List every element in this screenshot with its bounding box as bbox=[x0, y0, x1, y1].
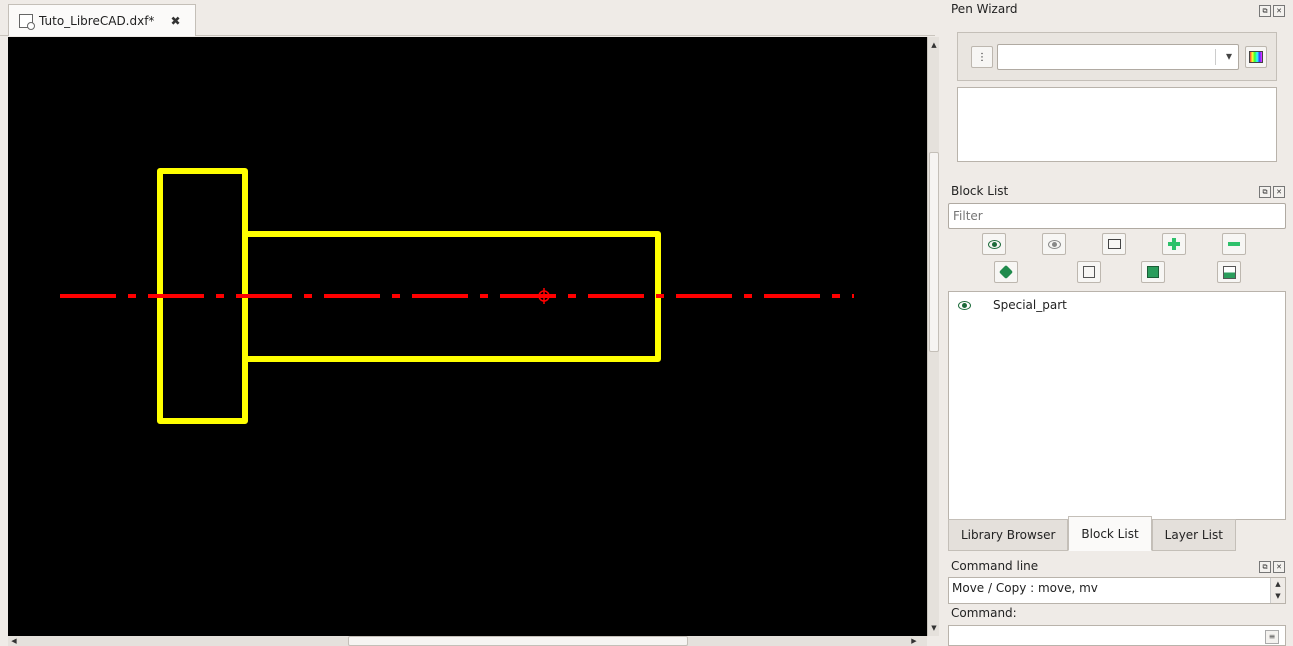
center-marker bbox=[536, 288, 552, 304]
pen-wizard-title: Pen Wizard bbox=[951, 2, 1018, 16]
list-item[interactable]: Special_part bbox=[949, 295, 1285, 315]
add-block-icon bbox=[1168, 238, 1180, 250]
tab-block-list[interactable]: Block List bbox=[1068, 516, 1152, 551]
combobox-divider bbox=[1215, 49, 1216, 65]
create-block-icon bbox=[1107, 239, 1121, 249]
color-picker-button[interactable] bbox=[1245, 46, 1267, 68]
document-icon bbox=[19, 13, 35, 30]
tab-label: Library Browser bbox=[961, 528, 1056, 542]
block-list-view[interactable]: Special_part bbox=[948, 291, 1286, 520]
save-block-button[interactable] bbox=[1141, 261, 1165, 283]
options-icon: ⋮ bbox=[977, 51, 987, 63]
save-block-icon bbox=[1147, 266, 1159, 278]
vertical-scrollbar[interactable]: ▲ ▼ bbox=[927, 37, 939, 636]
menu-icon[interactable]: ≡ bbox=[1265, 630, 1279, 644]
create-block-button[interactable] bbox=[1102, 233, 1126, 255]
add-block-button[interactable] bbox=[1162, 233, 1186, 255]
drawing-canvas[interactable] bbox=[8, 37, 927, 636]
save-as-block-button[interactable] bbox=[1217, 261, 1241, 283]
pen-wizard-list[interactable] bbox=[957, 87, 1277, 162]
hide-all-blocks-button[interactable] bbox=[1042, 233, 1066, 255]
edit-block-icon bbox=[998, 264, 1014, 280]
command-line-dock-buttons: ⧉ ✕ bbox=[1259, 561, 1285, 573]
block-list-title: Block List bbox=[951, 184, 1009, 198]
color-palette-icon bbox=[1249, 51, 1263, 63]
horizontal-scroll-thumb[interactable] bbox=[348, 636, 688, 646]
save-as-block-icon bbox=[1222, 265, 1236, 279]
remove-block-button[interactable] bbox=[1222, 233, 1246, 255]
float-dock-icon[interactable]: ⧉ bbox=[1259, 186, 1271, 198]
block-list-dock-buttons: ⧉ ✕ bbox=[1259, 186, 1285, 198]
document-tab-title: Tuto_LibreCAD.dxf* bbox=[39, 13, 155, 28]
close-tab-icon[interactable]: ✖ bbox=[170, 14, 180, 28]
document-tab[interactable]: Tuto_LibreCAD.dxf* ✖ bbox=[8, 4, 196, 36]
tab-label: Layer List bbox=[1164, 528, 1223, 542]
tab-library-browser[interactable]: Library Browser bbox=[948, 519, 1069, 551]
history-spin-icon[interactable]: ▲ ▼ bbox=[1270, 578, 1285, 603]
close-dock-icon[interactable]: ✕ bbox=[1273, 186, 1285, 198]
close-dock-icon[interactable]: ✕ bbox=[1273, 5, 1285, 17]
command-history-line: Move / Copy : move, mv bbox=[952, 581, 1098, 595]
drawing-svg bbox=[60, 168, 854, 424]
command-input[interactable]: ≡ bbox=[948, 625, 1286, 646]
chevron-down-icon: ▾ bbox=[1225, 49, 1232, 63]
pen-wizard-dock-buttons: ⧉ ✕ bbox=[1259, 5, 1285, 17]
pen-combobox[interactable]: ▾ bbox=[997, 44, 1239, 70]
block-filter-input[interactable] bbox=[948, 203, 1286, 229]
command-history[interactable]: Move / Copy : move, mv ▲ ▼ bbox=[948, 577, 1286, 604]
block-name: Special_part bbox=[993, 298, 1067, 312]
tab-layer-list[interactable]: Layer List bbox=[1151, 519, 1236, 551]
pen-options-button[interactable]: ⋮ bbox=[971, 46, 993, 68]
command-label: Command: bbox=[951, 606, 1017, 620]
close-dock-icon[interactable]: ✕ bbox=[1273, 561, 1285, 573]
pen-wizard-selector-group: ⋮ ▾ bbox=[957, 32, 1277, 81]
eye-visible-icon[interactable] bbox=[958, 300, 971, 310]
eye-show-all-icon bbox=[987, 239, 1001, 249]
scroll-right-icon[interactable]: ▶ bbox=[908, 636, 920, 646]
scroll-up-icon[interactable]: ▲ bbox=[928, 39, 940, 51]
float-dock-icon[interactable]: ⧉ bbox=[1259, 561, 1271, 573]
show-all-blocks-button[interactable] bbox=[982, 233, 1006, 255]
dock-tab-bar: Library Browser Block List Layer List bbox=[948, 516, 1236, 551]
insert-block-button[interactable] bbox=[1077, 261, 1101, 283]
insert-block-icon bbox=[1083, 266, 1095, 278]
vertical-scroll-thumb[interactable] bbox=[929, 152, 939, 352]
eye-hide-all-icon bbox=[1047, 239, 1061, 249]
edit-block-button[interactable] bbox=[994, 261, 1018, 283]
command-line-title: Command line bbox=[951, 559, 1039, 573]
scroll-left-icon[interactable]: ◀ bbox=[8, 636, 20, 646]
remove-block-icon bbox=[1228, 242, 1240, 246]
horizontal-scrollbar[interactable]: ◀ ▶ bbox=[8, 636, 927, 646]
tab-label: Block List bbox=[1081, 526, 1139, 541]
scroll-down-icon[interactable]: ▼ bbox=[928, 622, 940, 634]
float-dock-icon[interactable]: ⧉ bbox=[1259, 5, 1271, 17]
